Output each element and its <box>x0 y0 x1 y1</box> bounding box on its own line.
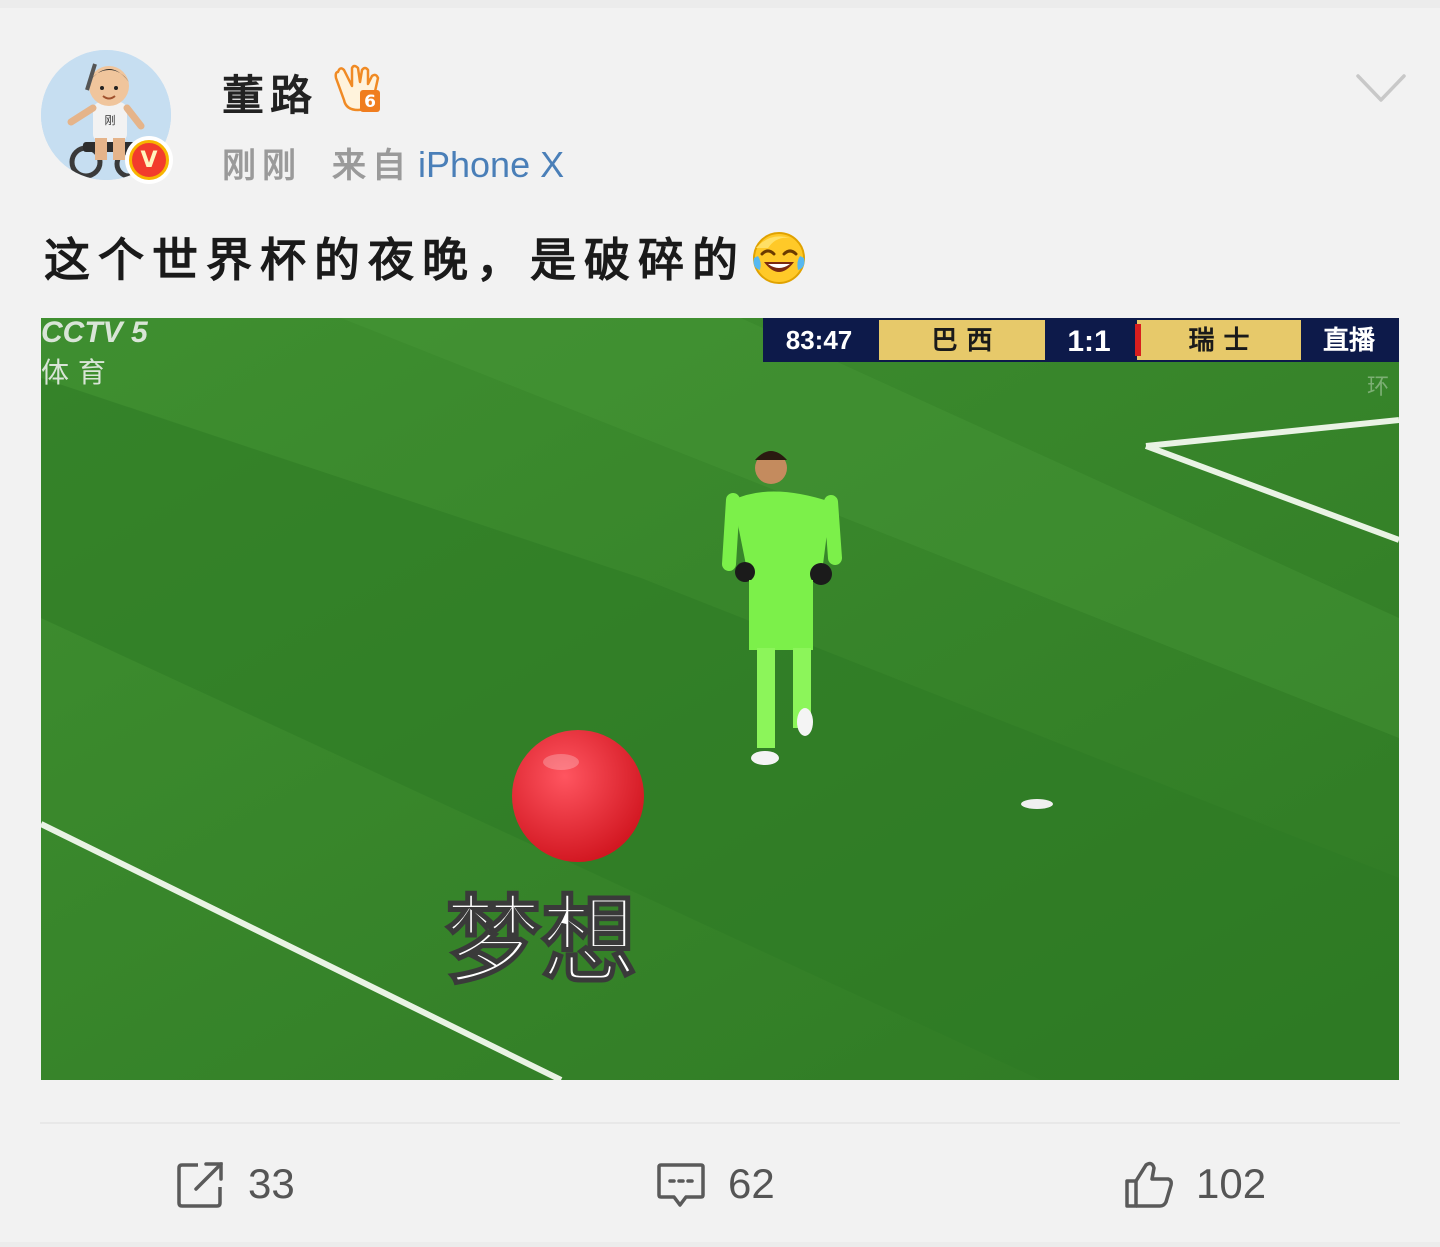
comment-count: 62 <box>728 1160 775 1207</box>
comment-button[interactable]: 62 <box>656 1156 775 1212</box>
match-score: 1:1 <box>1067 325 1110 358</box>
repost-button[interactable]: 33 <box>176 1156 295 1212</box>
watermark: 环 <box>1367 375 1389 400</box>
video-frame: 梦想 CCTV 5 体 育 83:47 巴 西 1:1 瑞 士 直播 环 <box>41 318 1399 1080</box>
team-away: 瑞 士 <box>1188 326 1249 356</box>
verified-badge-icon: V <box>125 136 173 184</box>
repost-count: 33 <box>248 1160 295 1207</box>
repost-icon <box>177 1162 223 1208</box>
hand-level-6-icon: 6 <box>334 64 380 112</box>
comment-icon <box>657 1163 705 1207</box>
svg-text:6: 6 <box>364 92 376 112</box>
svg-text:体 育: 体 育 <box>41 356 106 389</box>
like-button[interactable]: 102 <box>1124 1156 1266 1212</box>
laughing-crying-emoji <box>753 232 805 284</box>
post-card: 刚 V 董路 6 刚刚 来自 iPhone X 这个世界杯的夜晚，是破碎的 梦想… <box>0 0 1440 1242</box>
video-player[interactable]: 梦想 CCTV 5 体 育 83:47 巴 西 1:1 瑞 士 直播 环 <box>41 318 1399 1080</box>
post-time: 刚刚 <box>222 146 302 186</box>
thumbs-up-icon <box>1125 1161 1173 1208</box>
svg-text:CCTV 5: CCTV 5 <box>41 318 149 349</box>
chevron-down-icon[interactable] <box>1354 70 1408 106</box>
svg-text:刚: 刚 <box>105 114 116 127</box>
scoreboard: 83:47 巴 西 1:1 瑞 士 直播 <box>763 318 1399 362</box>
action-divider <box>40 1122 1400 1124</box>
bottom-separator <box>0 1242 1440 1247</box>
post-meta: 刚刚 来自 iPhone X <box>222 138 564 187</box>
red-ball <box>512 730 644 862</box>
live-label: 直播 <box>1323 326 1376 356</box>
like-count: 102 <box>1196 1160 1267 1207</box>
match-clock: 83:47 <box>786 325 853 355</box>
source-prefix: 来自 <box>332 146 412 186</box>
source-device-link[interactable]: iPhone X <box>418 144 564 186</box>
video-caption: 梦想 <box>445 885 637 997</box>
username[interactable]: 董路 <box>222 62 318 123</box>
team-home: 巴 西 <box>931 326 992 356</box>
post-text-content: 这个世界杯的夜晚，是破碎的 <box>44 233 746 287</box>
post-text: 这个世界杯的夜晚，是破碎的 <box>44 224 808 290</box>
